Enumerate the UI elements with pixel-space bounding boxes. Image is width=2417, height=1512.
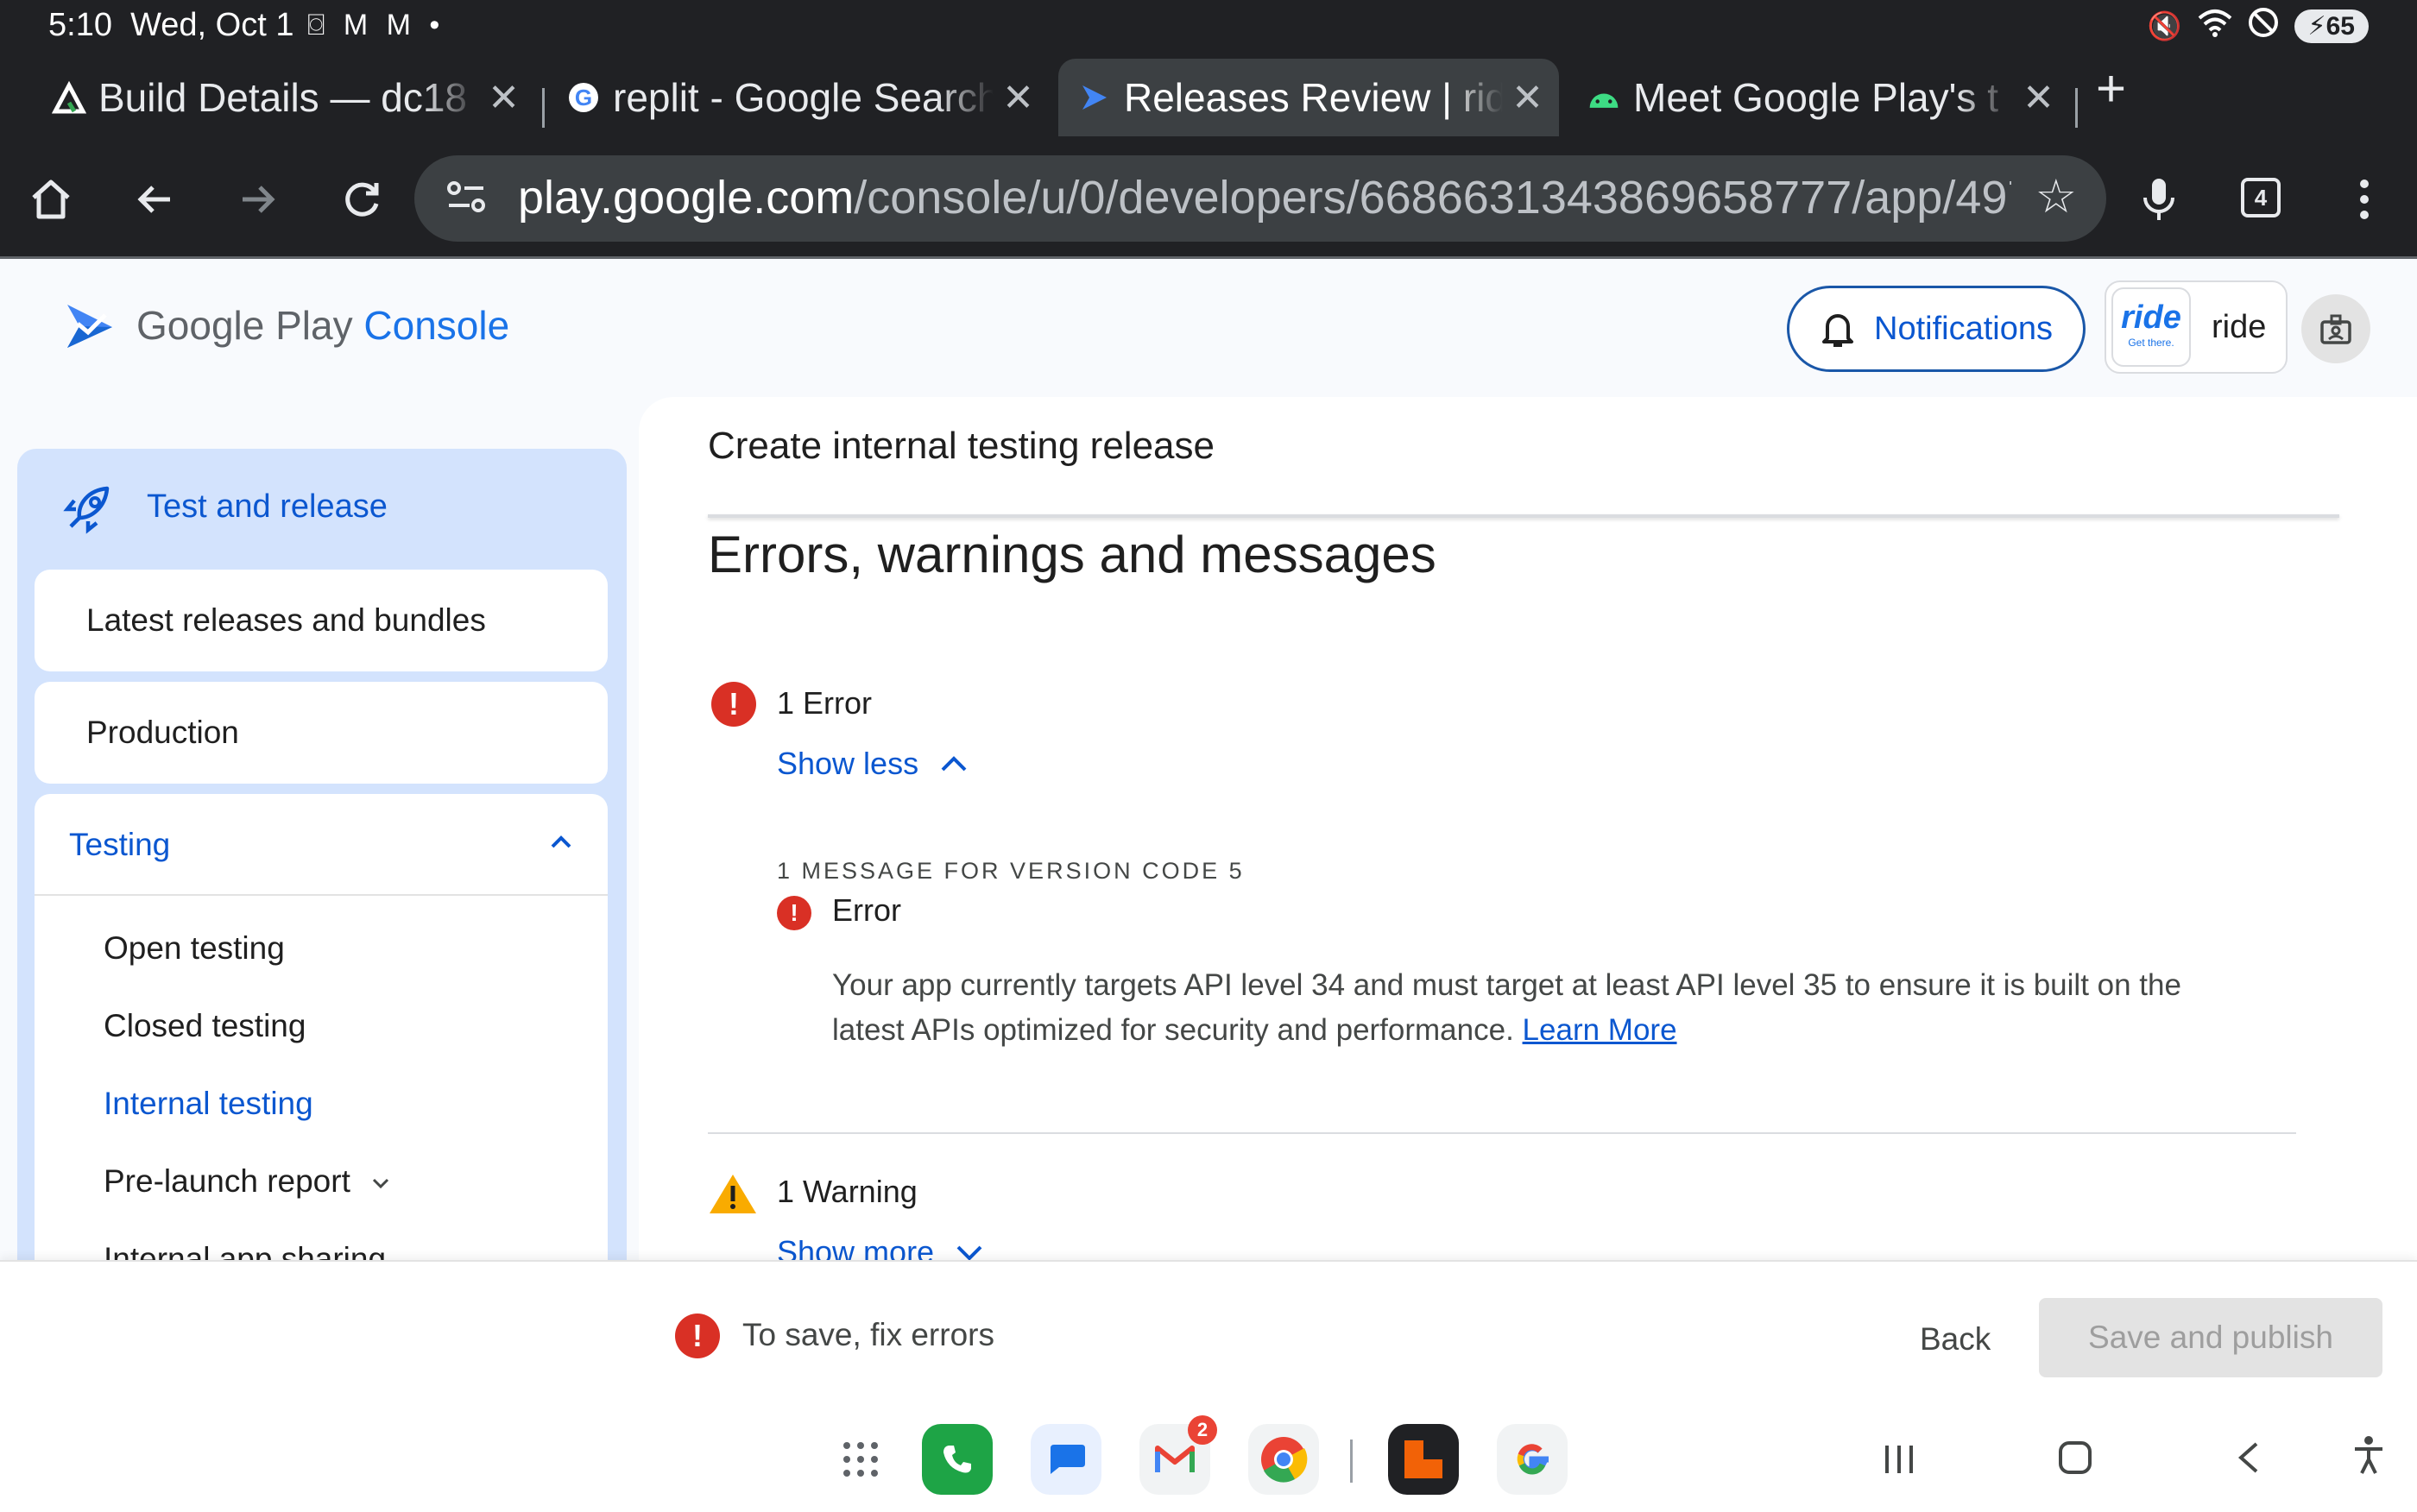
site-info-icon[interactable] <box>445 174 487 228</box>
home-nav-icon[interactable] <box>2058 1434 2092 1486</box>
release-review-card: Create internal testing release Errors, … <box>639 397 2417 1260</box>
page-title: Create internal testing release <box>708 425 1215 467</box>
warning-count-label: 1 Warning <box>777 1174 918 1209</box>
system-icons: 🔇 ⚡65 <box>2148 7 2369 45</box>
warning-icon <box>710 1175 756 1213</box>
microphone-icon[interactable] <box>2129 169 2189 230</box>
tab-switcher-button[interactable]: 4 <box>2241 178 2281 217</box>
tab-separator <box>542 88 545 128</box>
forward-arrow-icon[interactable] <box>228 169 288 230</box>
section-title: Errors, warnings and messages <box>708 526 1436 583</box>
console-header: Google Play Console Notifications ride G… <box>0 261 2417 397</box>
svg-text:G: G <box>575 85 592 110</box>
sidebar-item-closed-testing[interactable]: Closed testing <box>104 1008 306 1044</box>
close-icon[interactable]: ✕ <box>2023 76 2054 120</box>
sidebar-item-pre-launch-report[interactable]: Pre-launch report <box>104 1163 390 1200</box>
google-icon: G <box>566 80 601 115</box>
gmail-app-icon[interactable]: 2 <box>1139 1415 1217 1495</box>
tab-build-details[interactable]: Build Details — dc18 ✕ <box>52 59 535 136</box>
sidebar-group-testing: Testing Open testing Closed testing Inte… <box>35 794 608 1260</box>
sidebar-item-internal-app-sharing[interactable]: Internal app sharing <box>104 1241 386 1260</box>
close-icon[interactable]: ✕ <box>1511 76 1543 120</box>
back-nav-icon[interactable] <box>2236 1434 2262 1486</box>
show-more-button[interactable]: Show more <box>777 1234 984 1260</box>
chevron-up-icon <box>549 822 573 858</box>
error-icon: ! <box>777 896 811 930</box>
app-selector[interactable]: ride Get there. ride <box>2105 280 2288 374</box>
chevron-down-icon <box>956 1245 982 1260</box>
battery-indicator: ⚡65 <box>2294 9 2369 43</box>
error-count-label: 1 Error <box>777 685 873 721</box>
new-tab-button[interactable]: + <box>2096 59 2126 118</box>
sidebar-item-internal-testing[interactable]: Internal testing <box>104 1086 313 1122</box>
status-bar: 5:10 Wed, Oct 1 ⌼ M M • 🔇 ⚡65 <box>0 0 2417 52</box>
phone-app-icon[interactable] <box>922 1424 993 1495</box>
android-taskbar: 2 <box>0 1415 2417 1512</box>
sidebar-item-testing[interactable]: Testing <box>35 794 608 896</box>
error-icon: ! <box>675 1314 720 1358</box>
error-icon: ! <box>711 682 756 727</box>
release-footer-bar: ! To save, fix errors Back Save and publ… <box>0 1260 2417 1415</box>
mute-icon: 🔇 <box>2147 10 2182 41</box>
sidebar-nav: Test and release Latest releases and bun… <box>17 449 627 1260</box>
learn-more-link[interactable]: Learn More <box>1523 1013 1677 1047</box>
notification-badge: 2 <box>1188 1415 1217 1445</box>
messages-app-icon[interactable] <box>1031 1424 1101 1495</box>
message-type: Error <box>832 892 901 928</box>
rocket-icon <box>63 486 110 534</box>
bell-icon <box>1822 314 1853 347</box>
tab-releases-review[interactable]: Releases Review | ride ✕ <box>1058 59 1559 136</box>
title-divider <box>708 514 2339 518</box>
section-divider <box>708 1132 2296 1134</box>
home-button[interactable] <box>21 169 81 230</box>
dock-separator <box>1350 1440 1353 1483</box>
google-app-icon[interactable] <box>1497 1424 1568 1495</box>
sidebar-section-test-and-release[interactable]: Test and release <box>17 449 627 570</box>
play-console-icon <box>67 305 112 348</box>
sidebar-item-production[interactable]: Production <box>35 682 608 784</box>
android-icon <box>1587 80 1621 115</box>
chevron-up-icon <box>941 756 967 772</box>
more-menu-icon[interactable] <box>2334 169 2395 230</box>
chrome-app-icon[interactable] <box>1248 1424 1319 1495</box>
save-status-text: To save, fix errors <box>742 1317 994 1352</box>
recent-app-icon[interactable] <box>1388 1424 1459 1495</box>
tab-replit-search[interactable]: G replit - Google Search ✕ <box>566 59 1050 136</box>
tab-meet-google-play[interactable]: Meet Google Play's t ✕ <box>1587 59 2070 136</box>
bookmark-star-icon[interactable]: ☆ <box>2035 169 2077 224</box>
sidebar-item-latest-releases[interactable]: Latest releases and bundles <box>35 570 608 671</box>
close-icon[interactable]: ✕ <box>1002 76 1034 120</box>
developer-account-icon[interactable] <box>2301 294 2370 363</box>
browser-toolbar: play.google.com/console/u/0/developers/6… <box>0 138 2417 259</box>
url-text[interactable]: play.google.com/console/u/0/developers/6… <box>518 171 2011 224</box>
recents-nav-icon[interactable] <box>1882 1434 1916 1486</box>
show-less-button[interactable]: Show less <box>777 746 969 782</box>
play-console-logo[interactable]: Google Play Console <box>62 298 509 353</box>
tab-separator <box>2075 88 2078 128</box>
back-button[interactable]: Back <box>1890 1298 2020 1381</box>
sidebar-item-open-testing[interactable]: Open testing <box>104 930 285 967</box>
message-header: 1 MESSAGE FOR VERSION CODE 5 <box>777 858 1245 884</box>
expo-icon <box>52 80 86 115</box>
app-drawer-icon[interactable] <box>825 1424 896 1495</box>
notifications-button[interactable]: Notifications <box>1787 286 2086 372</box>
app-icon: ride Get there. <box>2111 287 2191 367</box>
dnd-icon <box>2248 7 2279 45</box>
reload-icon[interactable] <box>331 169 392 230</box>
close-icon[interactable]: ✕ <box>488 76 520 120</box>
wifi-icon <box>2198 8 2232 44</box>
play-console-icon <box>1077 80 1112 115</box>
back-arrow-icon[interactable] <box>124 169 185 230</box>
message-body: Your app currently targets API level 34 … <box>832 968 2181 1047</box>
save-and-publish-button[interactable]: Save and publish <box>2039 1298 2382 1377</box>
accessibility-icon[interactable] <box>2351 1434 2386 1486</box>
tab-strip: Build Details — dc18 ✕ G replit - Google… <box>0 52 2417 138</box>
notification-icons: ⌼ M M • <box>307 9 445 41</box>
clock: 5:10 Wed, Oct 1 <box>48 7 294 43</box>
address-bar[interactable]: play.google.com/console/u/0/developers/6… <box>414 155 2106 242</box>
chevron-down-icon <box>373 1179 389 1189</box>
